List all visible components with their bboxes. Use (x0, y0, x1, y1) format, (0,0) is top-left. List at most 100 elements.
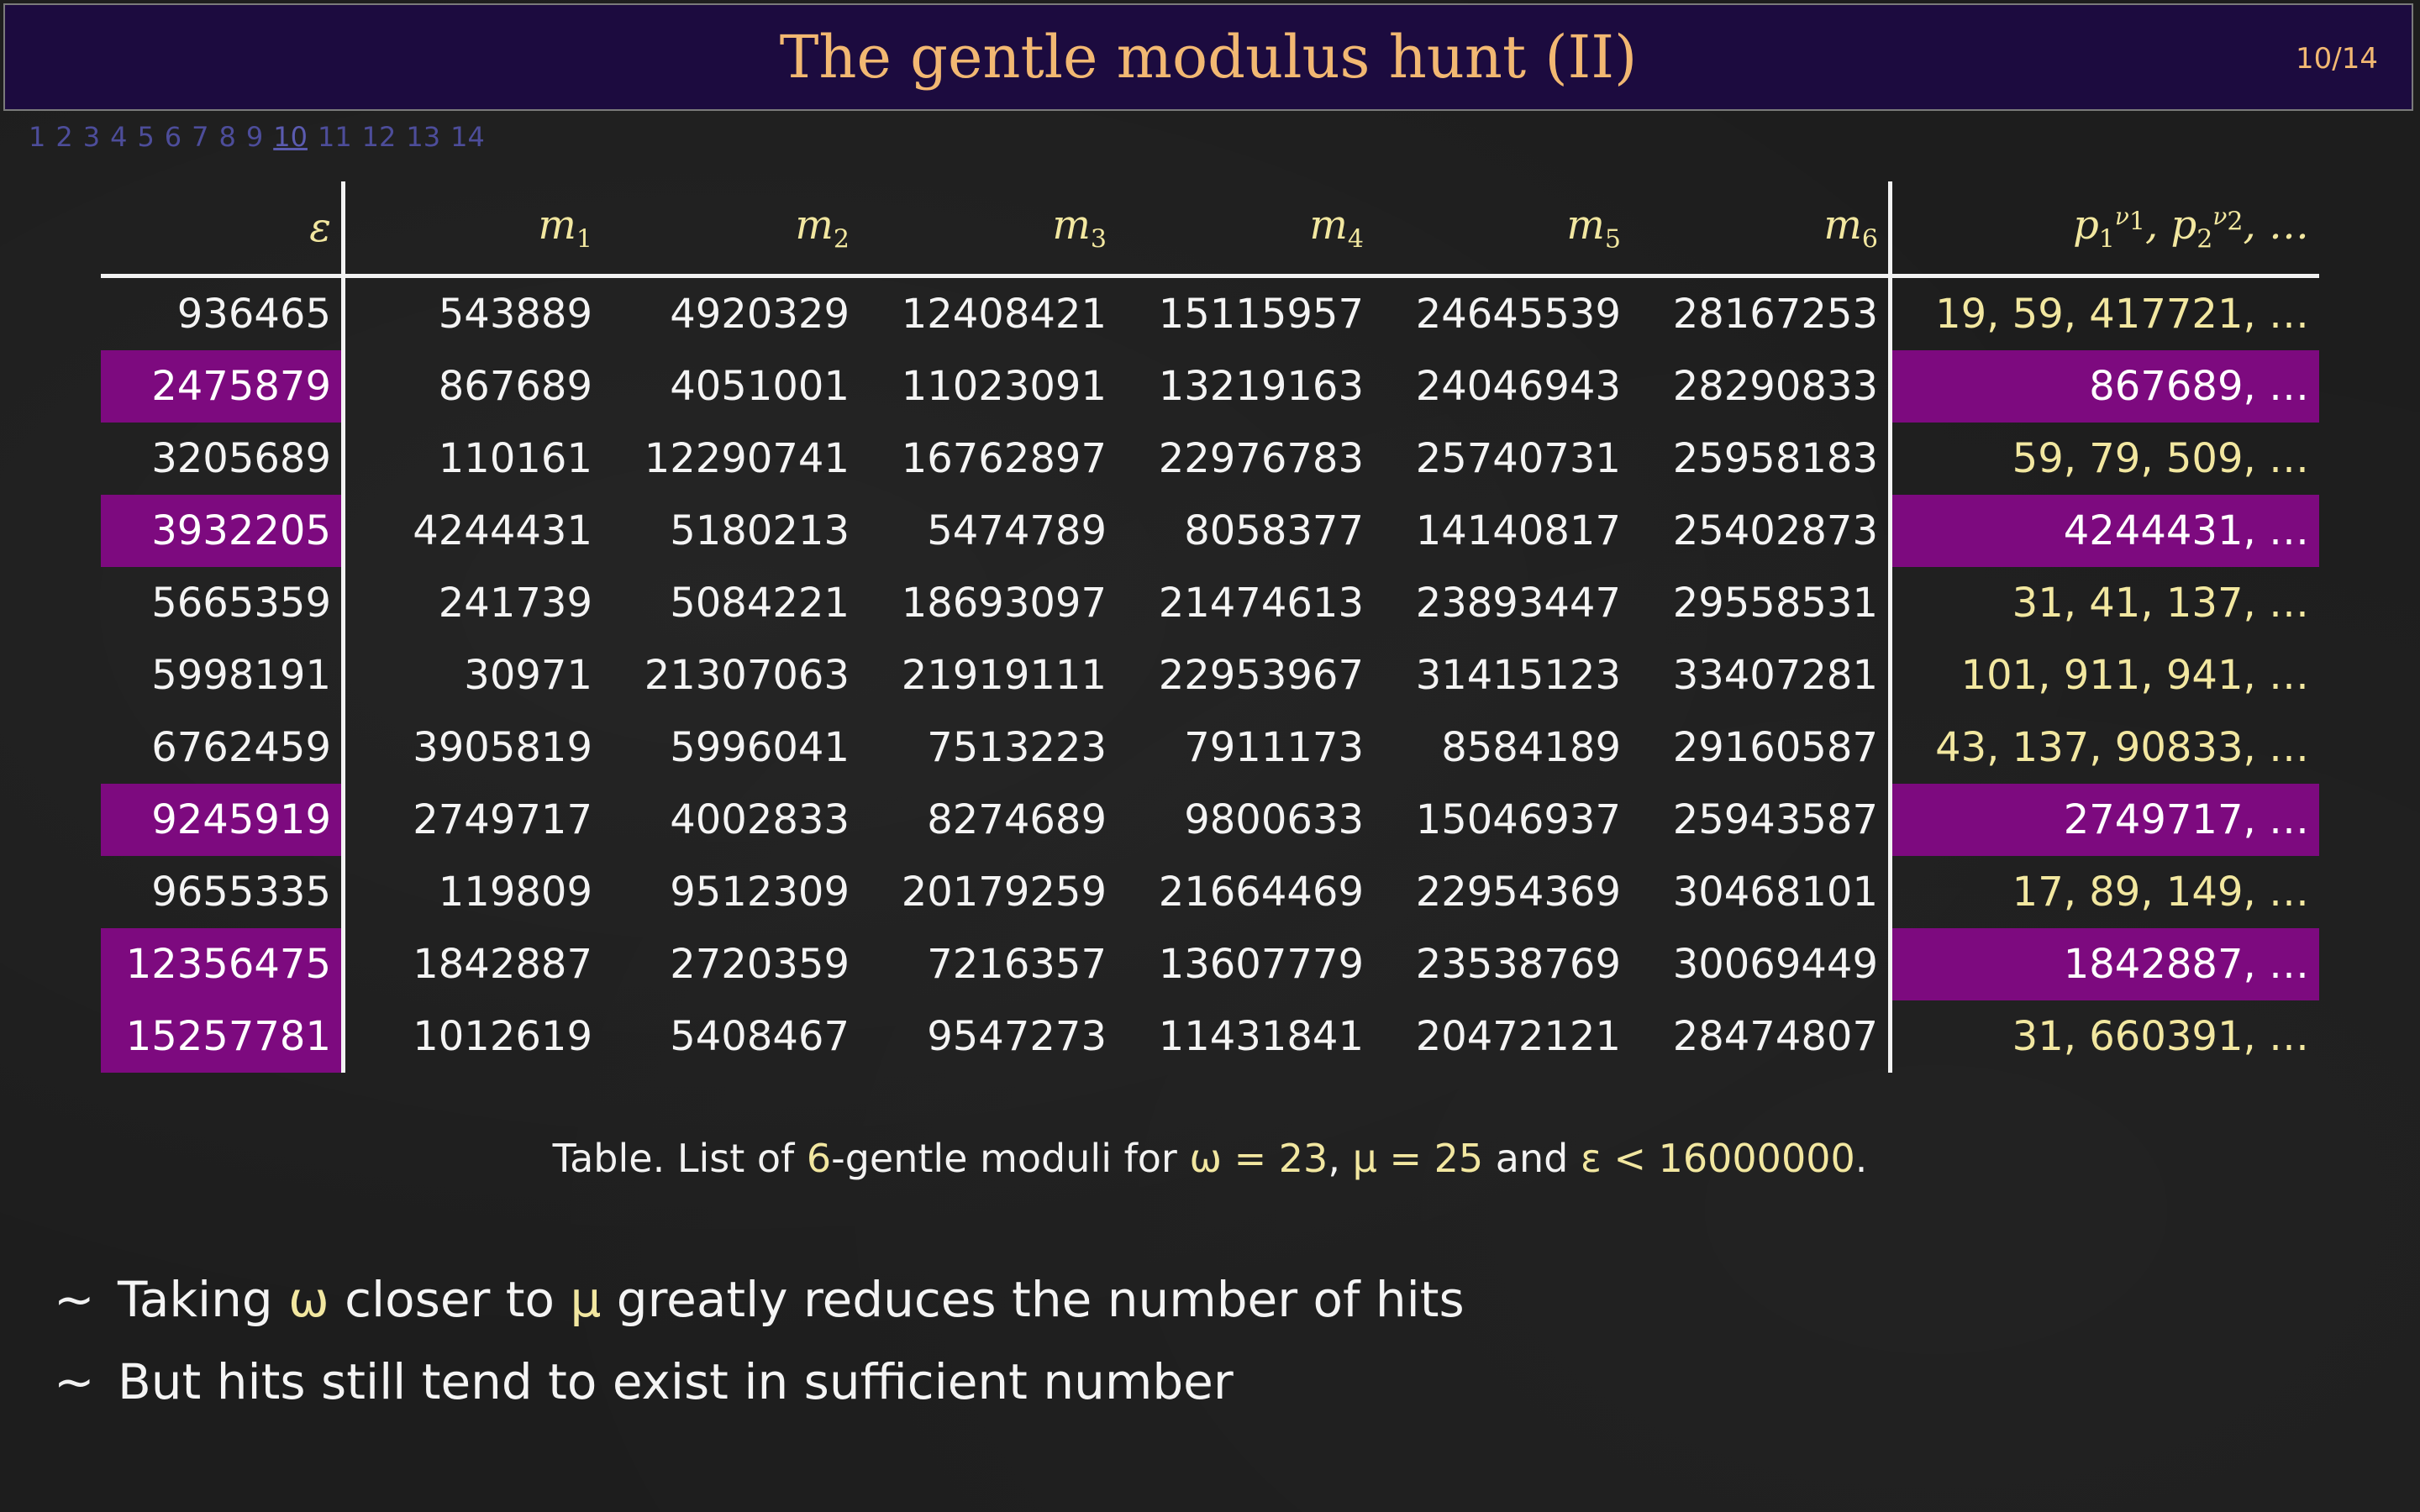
tilde-bullet-icon: ~ (54, 1353, 95, 1410)
slide-title: The gentle modulus hunt (II) (779, 23, 1638, 92)
cell-epsilon: 6762459 (101, 711, 345, 784)
tilde-bullet-icon: ~ (54, 1271, 95, 1328)
cell-prime-factors: 17, 89, 149, … (1888, 856, 2319, 928)
table-body: 936465 543889 4920329 12408421 15115957 24645… (101, 276, 2319, 1073)
nav-page-13[interactable]: 13 (406, 121, 440, 155)
header-epsilon: ε (101, 181, 345, 276)
nav-page-12[interactable]: 12 (362, 121, 397, 155)
nav-page-14[interactable]: 14 (450, 121, 485, 155)
cell-m4: 7911173 (1184, 724, 1364, 771)
cell-m3: 8274689 (927, 796, 1107, 843)
cell-m5: 23893447 (1415, 580, 1621, 627)
cell-m5: 22954369 (1415, 869, 1621, 916)
nav-page-5[interactable]: 5 (137, 121, 154, 155)
cell-m6: 25943587 (1672, 796, 1878, 843)
nav-page-3[interactable]: 3 (83, 121, 100, 155)
cell-m4: 9800633 (1184, 796, 1364, 843)
slide-navigation: 1 2 3 4 5 6 7 8 9 10 11 12 13 14 (29, 121, 485, 155)
table-row: 5998191 30971 21307063 21919111 22953967 3141… (101, 639, 2319, 711)
cell-m1: 110161 (438, 435, 592, 482)
nav-page-11[interactable]: 11 (318, 121, 352, 155)
cell-m6: 28474807 (1672, 1013, 1878, 1060)
header-m2: m2 (795, 201, 850, 255)
header-m3: m3 (1052, 201, 1107, 255)
cell-epsilon: 936465 (101, 276, 345, 350)
nav-page-9[interactable]: 9 (246, 121, 263, 155)
cell-m1: 543889 (438, 291, 592, 338)
bullet-item: ~ But hits still tend to exist in suffic… (54, 1353, 1234, 1410)
nav-page-10[interactable]: 10 (273, 121, 308, 155)
cell-m1: 1012619 (413, 1013, 592, 1060)
cell-m3: 21919111 (901, 652, 1107, 699)
cell-m2: 5180213 (670, 507, 850, 554)
cell-m6: 28167253 (1672, 291, 1878, 338)
cell-m5: 20472121 (1415, 1013, 1621, 1060)
table-caption: Table. List of 6-gentle moduli for ω = 2… (552, 1136, 1868, 1181)
cell-m4: 13219163 (1158, 363, 1364, 410)
header-m5: m5 (1566, 201, 1621, 255)
cell-m2: 4920329 (670, 291, 850, 338)
nav-page-8[interactable]: 8 (219, 121, 236, 155)
cell-m5: 23538769 (1415, 941, 1621, 988)
bullet-list: ~ Taking ω closer to μ greatly reduces t… (54, 1258, 1465, 1423)
cell-prime-factors: 19, 59, 417721, … (1888, 276, 2319, 350)
cell-m1: 867689 (438, 363, 592, 410)
cell-m6: 25958183 (1672, 435, 1878, 482)
cell-m1: 2749717 (413, 796, 592, 843)
table-row: 9655335 119809 9512309 20179259 21664469 2295… (101, 856, 2319, 928)
cell-epsilon: 3932205 (101, 495, 345, 567)
bullet-item: ~ Taking ω closer to μ greatly reduces t… (54, 1271, 1465, 1328)
cell-m2: 4051001 (670, 363, 850, 410)
cell-prime-factors: 101, 911, 941, … (1888, 639, 2319, 711)
nav-page-6[interactable]: 6 (165, 121, 182, 155)
table-row: 2475879 867689 4051001 11023091 13219163 2404… (101, 350, 2319, 423)
table-row: 6762459 3905819 5996041 7513223 7911173 85841… (101, 711, 2319, 784)
header-m1: m1 (538, 201, 592, 255)
table-row: 12356475 1842887 2720359 7216357 13607779 235… (101, 928, 2319, 1000)
cell-m4: 8058377 (1184, 507, 1364, 554)
header-m6: m6 (1823, 201, 1878, 255)
cell-m3: 7513223 (927, 724, 1107, 771)
cell-m5: 15046937 (1415, 796, 1621, 843)
table-row: 3932205 4244431 5180213 5474789 8058377 14140… (101, 495, 2319, 567)
cell-m4: 15115957 (1158, 291, 1364, 338)
cell-m3: 5474789 (927, 507, 1107, 554)
table-row: 5665359 241739 5084221 18693097 21474613 2389… (101, 567, 2319, 639)
cell-m3: 12408421 (901, 291, 1107, 338)
cell-m4: 21664469 (1158, 869, 1364, 916)
cell-prime-factors: 4244431, … (1888, 495, 2319, 567)
moduli-table: ε m1 m2 m3 m4 m5 m6 p1ν1, p2ν2, … 936465… (101, 181, 2319, 1073)
cell-m5: 25740731 (1415, 435, 1621, 482)
cell-m5: 24645539 (1415, 291, 1621, 338)
cell-prime-factors: 31, 660391, … (1888, 1000, 2319, 1073)
cell-m3: 18693097 (901, 580, 1107, 627)
cell-m1: 30971 (464, 652, 592, 699)
table-row: 9245919 2749717 4002833 8274689 9800633 15046… (101, 784, 2319, 856)
nav-page-1[interactable]: 1 (29, 121, 45, 155)
cell-m6: 30468101 (1672, 869, 1878, 916)
cell-m1: 119809 (438, 869, 592, 916)
cell-m5: 31415123 (1415, 652, 1621, 699)
nav-page-7[interactable]: 7 (192, 121, 208, 155)
cell-m5: 14140817 (1415, 507, 1621, 554)
cell-prime-factors: 2749717, … (1888, 784, 2319, 856)
nav-page-2[interactable]: 2 (55, 121, 72, 155)
page-indicator: 10/14 (2296, 42, 2378, 76)
table-row: 936465 543889 4920329 12408421 15115957 24645… (101, 276, 2319, 350)
header-prime-factors: p1ν1, p2ν2, … (1888, 181, 2319, 276)
cell-m3: 9547273 (927, 1013, 1107, 1060)
cell-epsilon: 9655335 (101, 856, 345, 928)
table-row: 3205689 110161 12290741 16762897 22976783 257… (101, 423, 2319, 495)
cell-epsilon: 5998191 (101, 639, 345, 711)
cell-m6: 29160587 (1672, 724, 1878, 771)
cell-epsilon: 3205689 (101, 423, 345, 495)
cell-prime-factors: 59, 79, 509, … (1888, 423, 2319, 495)
table-header-row: ε m1 m2 m3 m4 m5 m6 p1ν1, p2ν2, … (101, 181, 2319, 276)
cell-m2: 2720359 (670, 941, 850, 988)
cell-prime-factors: 43, 137, 90833, … (1888, 711, 2319, 784)
cell-m5: 24046943 (1415, 363, 1621, 410)
cell-m4: 22976783 (1158, 435, 1364, 482)
nav-page-4[interactable]: 4 (110, 121, 127, 155)
cell-m4: 13607779 (1158, 941, 1364, 988)
title-bar: The gentle modulus hunt (II) 10/14 (3, 3, 2413, 111)
